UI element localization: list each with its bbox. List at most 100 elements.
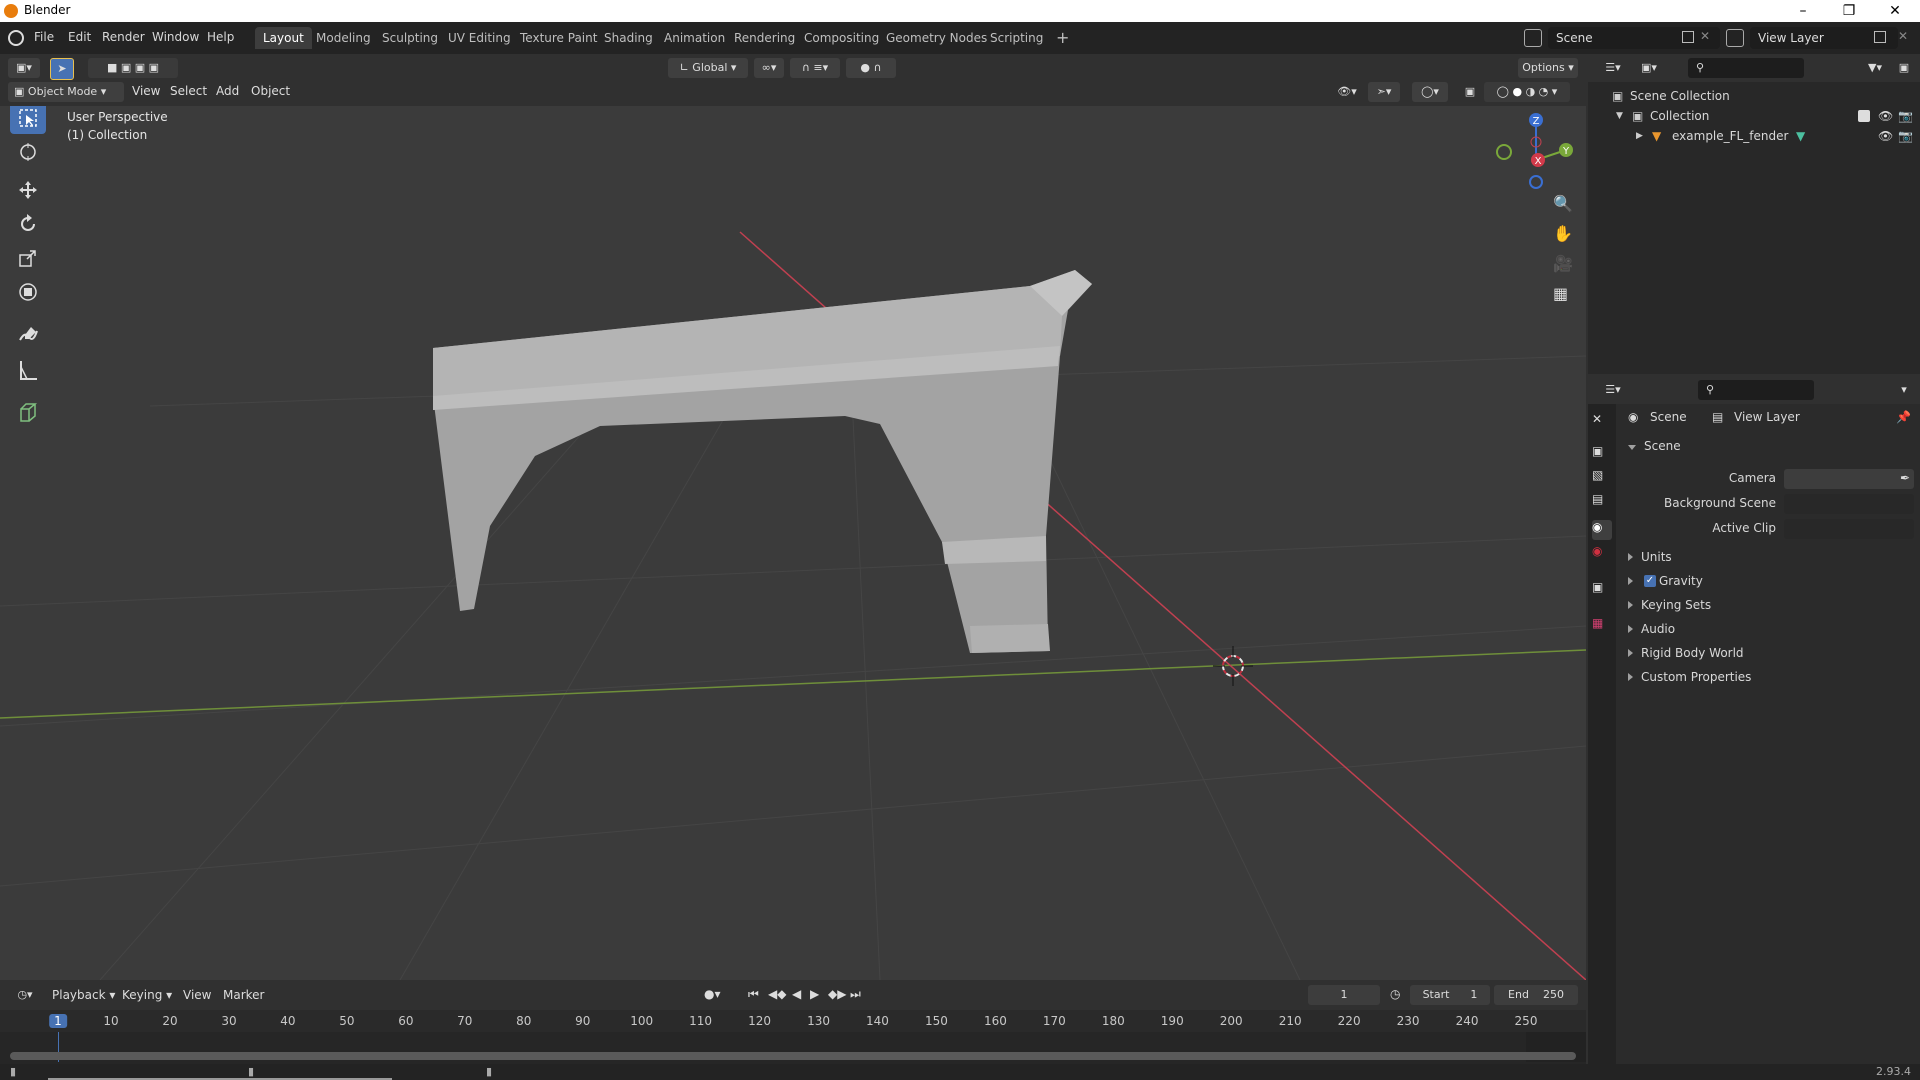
tab-sculpting[interactable]: Sculpting — [374, 27, 446, 49]
preview-range-icon[interactable]: ◷ — [1390, 987, 1400, 1001]
menu-edit[interactable]: Edit — [68, 30, 91, 44]
menu-file[interactable]: File — [34, 30, 54, 44]
3d-viewport[interactable]: User Perspective (1) Collection Z Y X 🔍 … — [0, 106, 1586, 980]
fender-mesh[interactable] — [433, 270, 1092, 653]
mesh-data-icon[interactable]: ▼ — [1796, 126, 1805, 146]
eyedropper-icon[interactable]: ✒ — [1900, 471, 1910, 485]
object-visibility-eye-icon[interactable]: 👁 — [1878, 126, 1893, 146]
viewport-menu-object[interactable]: Object — [251, 84, 290, 98]
options-dropdown[interactable]: Options ▾ — [1518, 58, 1578, 78]
background-scene-field[interactable] — [1784, 494, 1914, 514]
jump-keyframe-forward-icon[interactable]: ◆▶ — [828, 987, 846, 1001]
pin-icon[interactable]: 📌 — [1896, 410, 1911, 424]
gizmo-toggle-icon[interactable]: ➣▾ — [1368, 82, 1400, 102]
proportional-editing-icon[interactable]: ● ∩ — [846, 58, 896, 78]
transform-orientation-dropdown[interactable]: ∟ Global ▾ — [668, 58, 748, 78]
move-tool[interactable] — [10, 174, 46, 206]
new-collection-icon[interactable]: ▣ — [1894, 58, 1914, 78]
select-tool-icon[interactable]: ➤ — [50, 58, 74, 80]
selection-mode-icons[interactable]: ■ ▣ ▣ ▣ — [88, 58, 178, 78]
section-gravity[interactable]: ✓ Gravity — [1628, 574, 1703, 588]
jump-end-icon[interactable]: ⏭ — [850, 987, 861, 1002]
jump-keyframe-back-icon[interactable]: ◀◆ — [768, 987, 786, 1001]
tab-texture-paint[interactable]: Texture Paint — [512, 27, 605, 49]
section-units[interactable]: Units — [1628, 550, 1672, 564]
scene-selector-icon[interactable] — [1524, 29, 1542, 47]
scene-name-field[interactable]: Scene — [1548, 27, 1720, 49]
camera-field[interactable] — [1784, 469, 1914, 489]
navigation-gizmo[interactable]: Z Y X — [1486, 106, 1586, 206]
menu-help[interactable]: Help — [207, 30, 234, 44]
new-scene-icon[interactable] — [1682, 31, 1694, 43]
properties-editor-type-icon[interactable]: ☰▾ — [1598, 380, 1628, 400]
maximize-button[interactable]: ❐ — [1826, 0, 1872, 22]
section-rigid-body-world[interactable]: Rigid Body World — [1628, 646, 1744, 660]
outliner-search-input[interactable]: ⚲ — [1688, 58, 1804, 78]
timeline[interactable]: 1 10 20 30 40 50 60 70 80 90 100 110 120 130 140 150 160… — [0, 1010, 1586, 1066]
timeline-menu-marker[interactable]: Marker — [223, 988, 264, 1002]
perspective-toggle-icon[interactable]: ▦ — [1553, 284, 1568, 303]
collection-visibility-eye-icon[interactable]: 👁 — [1878, 106, 1893, 126]
active-clip-field[interactable] — [1784, 519, 1914, 539]
new-view-layer-icon[interactable] — [1874, 31, 1886, 43]
snap-toggle-icon[interactable]: ∩ ≡▾ — [790, 58, 840, 78]
collection-tab-icon[interactable]: ▣ — [1592, 580, 1612, 600]
current-frame-field[interactable]: 1 — [1308, 985, 1380, 1005]
select-box-tool[interactable] — [10, 106, 46, 134]
object-render-camera-icon[interactable]: 📷 — [1898, 126, 1913, 146]
editor-type-icon[interactable]: ▣▾ — [8, 58, 40, 78]
end-frame-field[interactable]: End 250 — [1494, 985, 1578, 1005]
add-cube-tool[interactable] — [10, 396, 46, 428]
outliner-row-scene-collection[interactable]: ▣ Scene Collection — [1588, 86, 1920, 106]
gizmo-neg-z-icon[interactable] — [1529, 175, 1543, 189]
timeline-menu-view[interactable]: View — [183, 988, 211, 1002]
timeline-ruler[interactable]: 1 10 20 30 40 50 60 70 80 90 100 110 120 130 140 150 160… — [0, 1010, 1586, 1032]
jump-start-icon[interactable]: ⏮ — [748, 987, 759, 1002]
render-tab-icon[interactable]: ▣ — [1592, 444, 1612, 464]
scale-tool[interactable] — [10, 242, 46, 274]
collection-exclude-checkbox[interactable] — [1858, 110, 1870, 122]
measure-tool[interactable] — [10, 354, 46, 386]
zoom-icon[interactable]: 🔍 — [1553, 194, 1573, 213]
tab-shading[interactable]: Shading — [596, 27, 661, 49]
delete-scene-icon[interactable]: ✕ — [1700, 29, 1710, 43]
expand-object-icon[interactable]: ▶ — [1636, 126, 1643, 146]
section-audio[interactable]: Audio — [1628, 622, 1675, 636]
outliner-row-object[interactable]: ▶ ▼ example_FL_fender ▼ 👁 📷 — [1588, 126, 1920, 146]
close-window-button[interactable]: ✕ — [1872, 0, 1918, 22]
tab-rendering[interactable]: Rendering — [726, 27, 803, 49]
scene-panel-header[interactable]: Scene — [1628, 439, 1681, 453]
properties-options-icon[interactable]: ▾ — [1894, 380, 1914, 400]
transform-tool[interactable] — [10, 276, 46, 308]
section-custom-properties[interactable]: Custom Properties — [1628, 670, 1751, 684]
pivot-point-icon[interactable]: ∞▾ — [754, 58, 784, 78]
pan-hand-icon[interactable]: ✋ — [1553, 224, 1573, 243]
play-reverse-icon[interactable]: ◀ — [792, 987, 801, 1001]
xray-toggle-icon[interactable]: ▣ — [1460, 82, 1480, 102]
mode-dropdown[interactable]: ▣ Object Mode ▾ — [8, 82, 124, 102]
viewport-menu-select[interactable]: Select — [170, 84, 207, 98]
tab-layout[interactable]: Layout — [255, 27, 312, 49]
scene-tab-icon[interactable]: ◉ — [1592, 520, 1612, 540]
texture-tab-icon[interactable]: ▦ — [1592, 616, 1612, 636]
display-mode-icon[interactable]: ▣▾ — [1634, 58, 1664, 78]
tab-animation[interactable]: Animation — [656, 27, 733, 49]
expand-collection-icon[interactable]: ▼ — [1616, 106, 1623, 126]
auto-keying-icon[interactable]: ●▾ — [704, 987, 721, 1001]
add-workspace-button[interactable]: + — [1048, 27, 1077, 49]
menu-render[interactable]: Render — [102, 30, 145, 44]
world-tab-icon[interactable]: ◉ — [1592, 544, 1612, 564]
tab-uv-editing[interactable]: UV Editing — [440, 27, 519, 49]
timeline-menu-keying[interactable]: Keying ▾ — [122, 988, 172, 1002]
properties-search-input[interactable]: ⚲ — [1698, 380, 1814, 400]
gravity-checkbox[interactable]: ✓ — [1644, 575, 1656, 587]
timeline-editor-type-icon[interactable]: ◷▾ — [10, 985, 40, 1005]
tab-scripting[interactable]: Scripting — [982, 27, 1051, 49]
minimize-button[interactable]: – — [1780, 0, 1826, 22]
play-icon[interactable]: ▶ — [810, 987, 819, 1001]
gizmo-neg-y-icon[interactable] — [1496, 144, 1512, 160]
cursor-tool[interactable] — [10, 136, 46, 168]
delete-view-layer-icon[interactable]: ✕ — [1898, 29, 1908, 43]
rotate-tool[interactable] — [10, 208, 46, 240]
viewport-menu-view[interactable]: View — [132, 84, 160, 98]
